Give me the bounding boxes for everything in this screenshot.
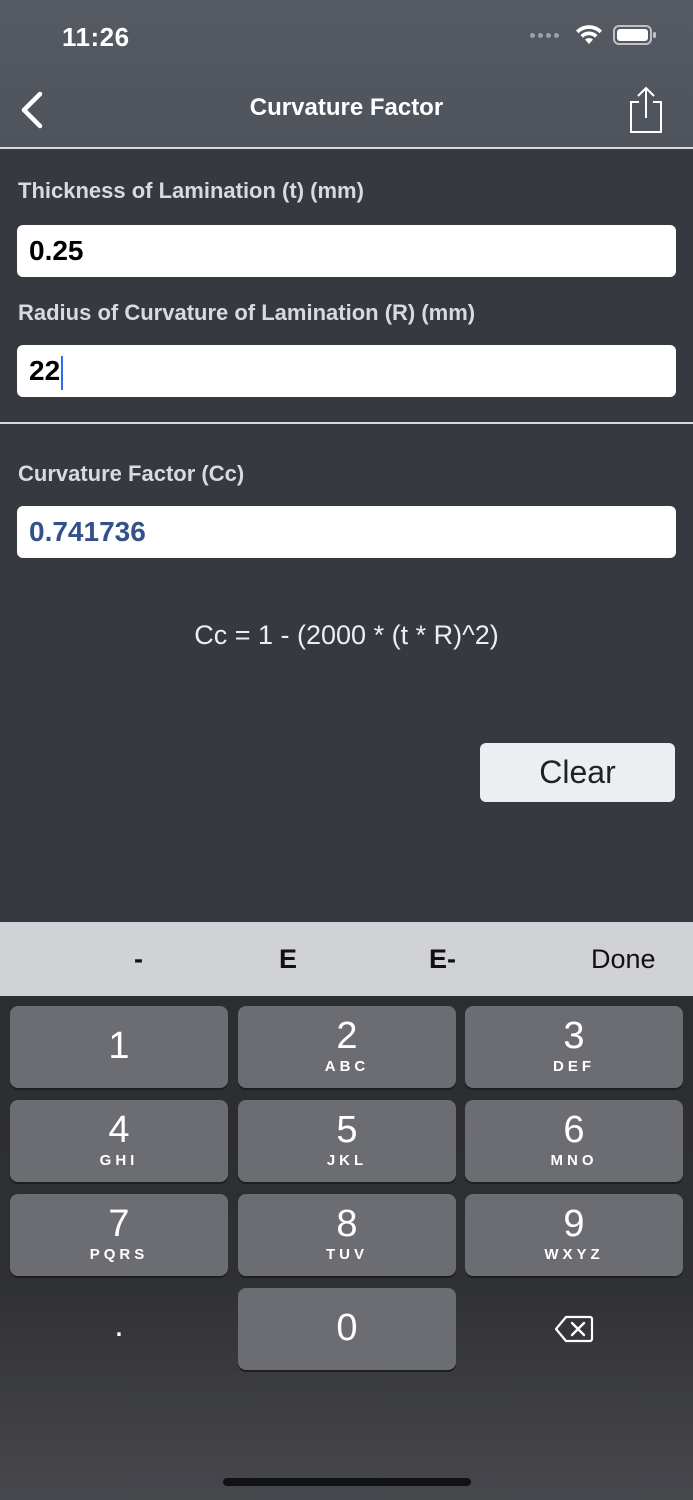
result-label: Curvature Factor (Cc) (18, 461, 245, 486)
key-0[interactable]: 0 (238, 1288, 456, 1370)
text-cursor (61, 355, 64, 390)
key-1-digit: 1 (108, 1025, 130, 1067)
key-6-digit: 6 (563, 1109, 585, 1151)
status-indicators (530, 24, 657, 46)
backspace-icon (554, 1315, 594, 1343)
key-4-digit: 4 (108, 1109, 130, 1151)
key-8-digit: 8 (336, 1203, 358, 1245)
key-9-digit: 9 (563, 1203, 585, 1245)
key-9[interactable]: 9 WXYZ (465, 1194, 683, 1276)
formula-text: Cc = 1 - (2000 * (t * R)^2) (194, 620, 499, 650)
key-3[interactable]: 3 DEF (465, 1006, 683, 1088)
key-1[interactable]: 1 (10, 1006, 228, 1088)
done-button[interactable]: Done (591, 922, 656, 996)
exponent-button[interactable]: E (279, 922, 297, 996)
key-3-letters: DEF (553, 1058, 595, 1075)
negative-exponent-button[interactable]: E- (429, 922, 456, 996)
share-button[interactable] (625, 84, 665, 136)
key-4[interactable]: 4 GHI (10, 1100, 228, 1182)
share-icon (630, 86, 662, 133)
numeric-keypad: 1 2 ABC 3 DEF 4 GHI 5 JKL 6 MNO 7 PQRS 8… (0, 996, 693, 1500)
key-8[interactable]: 8 TUV (238, 1194, 456, 1276)
battery-icon (613, 25, 656, 45)
decimal-key-label: . (114, 1306, 124, 1344)
key-5-letters: JKL (326, 1152, 368, 1169)
key-7[interactable]: 7 PQRS (10, 1194, 228, 1276)
key-2-letters: ABC (324, 1058, 370, 1075)
key-7-letters: PQRS (89, 1246, 149, 1263)
home-indicator (223, 1478, 471, 1486)
minus-button[interactable]: - (134, 922, 143, 996)
key-8-letters: TUV (326, 1246, 368, 1263)
page-title: Curvature Factor (249, 94, 444, 121)
radius-input[interactable]: 22 (17, 345, 676, 397)
radius-input-value: 22 (29, 355, 61, 386)
key-3-digit: 3 (563, 1015, 585, 1057)
key-7-digit: 7 (108, 1203, 130, 1245)
thickness-input[interactable]: 0.25 (17, 225, 676, 277)
radius-label: Radius of Curvature of Lamination (R) (m… (18, 300, 476, 325)
key-5-digit: 5 (336, 1109, 358, 1151)
key-4-letters: GHI (99, 1152, 139, 1169)
navigation-header: 11:26 Curvature Factor (0, 0, 693, 149)
key-2[interactable]: 2 ABC (238, 1006, 456, 1088)
key-9-letters: WXYZ (544, 1246, 604, 1263)
thickness-label: Thickness of Lamination (t) (mm) (18, 178, 364, 203)
key-6-letters: MNO (550, 1152, 598, 1169)
key-2-digit: 2 (336, 1015, 358, 1057)
keyboard-accessory-bar: - E E- Done (0, 922, 693, 996)
wifi-icon (576, 25, 602, 44)
delete-key[interactable] (465, 1288, 683, 1370)
clear-button[interactable]: Clear (480, 743, 675, 802)
cellular-signal-icon (530, 32, 559, 38)
result-field: 0.741736 (17, 506, 676, 558)
decimal-key[interactable]: . (10, 1288, 228, 1370)
key-0-digit: 0 (336, 1307, 358, 1349)
key-5[interactable]: 5 JKL (238, 1100, 456, 1182)
status-time: 11:26 (62, 22, 130, 52)
section-divider (0, 422, 693, 424)
key-6[interactable]: 6 MNO (465, 1100, 683, 1182)
header-divider (0, 147, 693, 149)
